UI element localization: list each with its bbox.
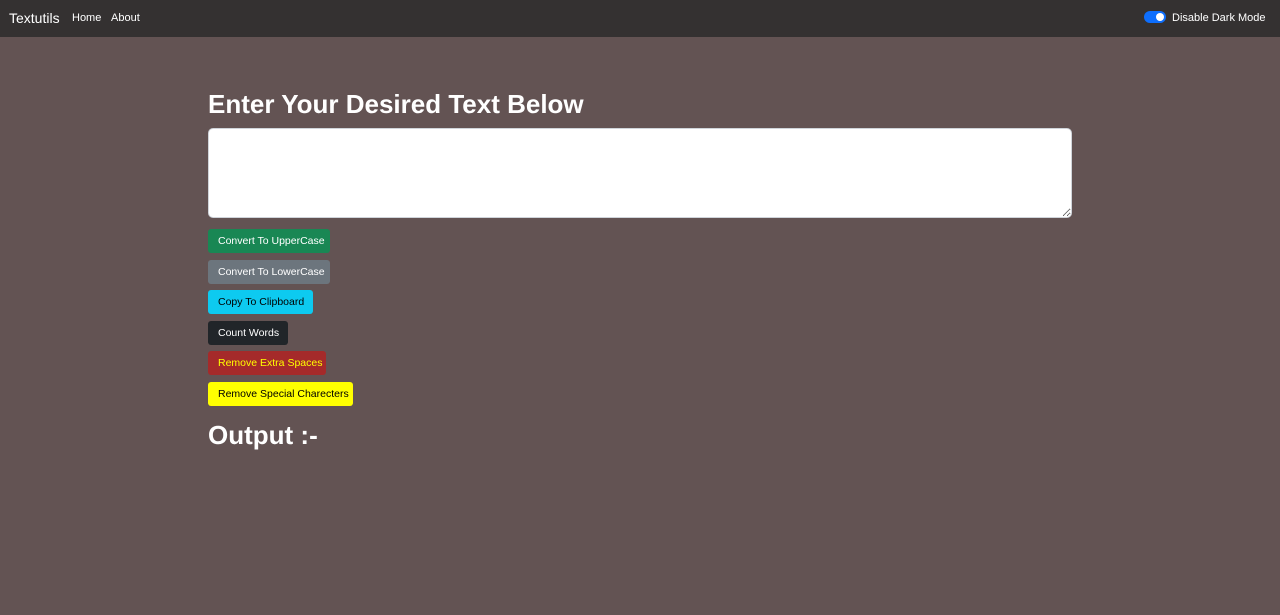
count-words-button[interactable]: Count Words xyxy=(208,321,288,345)
dark-mode-toggle-label[interactable]: Disable Dark Mode xyxy=(1172,10,1266,26)
nav-about-link[interactable]: About xyxy=(111,10,140,26)
brand-link[interactable]: Textutils xyxy=(9,9,60,27)
page-heading: Enter Your Desired Text Below xyxy=(208,89,584,119)
convert-lowercase-button[interactable]: Convert To LowerCase xyxy=(208,260,330,284)
remove-special-characters-button[interactable]: Remove Special Charecters xyxy=(208,382,353,406)
toggle-knob xyxy=(1156,13,1164,21)
copy-clipboard-button[interactable]: Copy To Clipboard xyxy=(208,290,313,314)
convert-uppercase-button[interactable]: Convert To UpperCase xyxy=(208,229,330,253)
navbar: Textutils Home About Disable Dark Mode xyxy=(0,0,1280,37)
dark-mode-toggle[interactable] xyxy=(1144,11,1166,23)
remove-extra-spaces-button[interactable]: Remove Extra Spaces xyxy=(208,351,326,375)
text-input[interactable] xyxy=(208,128,1072,218)
nav-home-link[interactable]: Home xyxy=(72,10,101,26)
output-heading: Output :- xyxy=(208,420,318,450)
